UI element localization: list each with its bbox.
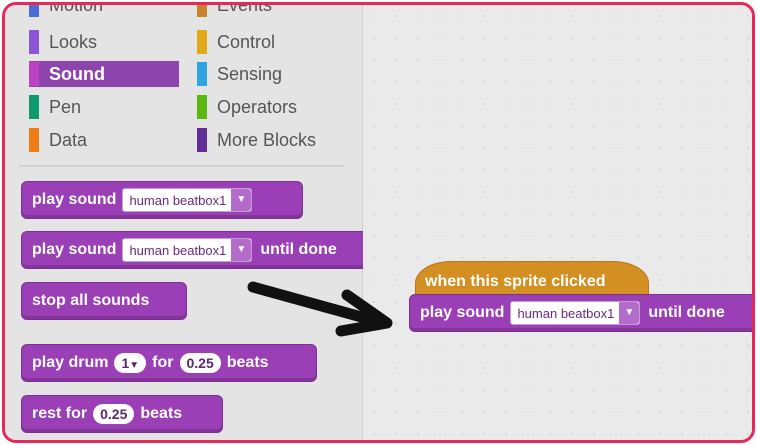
chevron-down-icon: ▼ [231, 239, 252, 261]
category-sound[interactable]: Sound [29, 61, 179, 87]
block-label: rest for [32, 405, 88, 422]
hat-block-label: when this sprite clicked [425, 273, 606, 290]
rest-for-block[interactable]: rest for 0.25 beats [21, 395, 223, 433]
category-label: Sensing [217, 63, 283, 84]
category-events[interactable]: Events [197, 2, 347, 18]
events-color-swatch [197, 5, 207, 17]
sound-dropdown[interactable]: human beatbox1 ▼ [510, 301, 641, 325]
stop-all-sounds-block[interactable]: stop all sounds [21, 282, 187, 320]
scripts-area[interactable] [363, 5, 752, 440]
script-play-sound-until-done-block[interactable]: play sound human beatbox1 ▼ until done [409, 294, 752, 332]
block-label: stop all sounds [32, 292, 150, 309]
category-operators[interactable]: Operators [197, 94, 347, 120]
chevron-down-icon: ▼ [129, 360, 140, 371]
motion-color-swatch [29, 5, 39, 17]
data-color-swatch [29, 128, 39, 152]
beats-input[interactable]: 0.25 [93, 404, 135, 424]
sound-dropdown[interactable]: human beatbox1 ▼ [122, 238, 253, 262]
category-data[interactable]: Data [29, 127, 179, 153]
drum-dropdown[interactable]: 1▼ [114, 353, 147, 373]
sound-dropdown-value: human beatbox1 [129, 192, 227, 208]
annotation-arrow-icon [247, 281, 393, 337]
category-label: Operators [217, 96, 298, 117]
pen-color-swatch [29, 95, 39, 119]
block-palette: Motion Looks Sound Pen Data Events Contr… [5, 2, 381, 440]
block-label: play sound [32, 241, 117, 258]
category-more-blocks[interactable]: More Blocks [197, 127, 347, 153]
category-label: More Blocks [217, 129, 317, 150]
block-suffix: until done [648, 304, 725, 321]
chevron-down-icon: ▼ [231, 189, 252, 211]
category-sensing[interactable]: Sensing [197, 61, 347, 87]
control-color-swatch [197, 30, 207, 54]
category-label: Motion [49, 2, 104, 15]
category-label: Looks [49, 31, 98, 52]
block-suffix: beats [226, 354, 269, 371]
category-label: Control [217, 31, 276, 52]
category-label: Events [217, 2, 273, 15]
category-control[interactable]: Control [197, 29, 347, 55]
block-suffix: until done [260, 241, 337, 258]
play-drum-block[interactable]: play drum 1▼ for 0.25 beats [21, 344, 317, 382]
category-label: Pen [49, 96, 82, 117]
operators-color-swatch [197, 95, 207, 119]
sound-color-swatch [29, 62, 39, 86]
palette-divider [19, 165, 344, 167]
looks-color-swatch [29, 30, 39, 54]
category-pen[interactable]: Pen [29, 94, 179, 120]
block-label: play drum [32, 354, 109, 371]
more-blocks-color-swatch [197, 128, 207, 152]
block-label: play sound [420, 304, 505, 321]
screenshot-frame: Motion Looks Sound Pen Data Events Contr… [2, 2, 755, 443]
sensing-color-swatch [197, 62, 207, 86]
play-sound-until-done-block[interactable]: play sound human beatbox1 ▼ until done [21, 231, 381, 269]
category-label: Data [49, 129, 88, 150]
block-label: play sound [32, 191, 117, 208]
sound-dropdown-value: human beatbox1 [129, 242, 227, 258]
block-label-for: for [152, 354, 174, 371]
category-label: Sound [49, 63, 105, 84]
category-motion[interactable]: Motion [29, 2, 179, 18]
category-looks[interactable]: Looks [29, 29, 179, 55]
sound-dropdown[interactable]: human beatbox1 ▼ [122, 188, 253, 212]
sound-dropdown-value: human beatbox1 [517, 305, 615, 321]
chevron-down-icon: ▼ [619, 302, 640, 324]
block-suffix: beats [140, 405, 183, 422]
play-sound-block[interactable]: play sound human beatbox1 ▼ [21, 181, 303, 219]
beats-input[interactable]: 0.25 [179, 353, 221, 373]
